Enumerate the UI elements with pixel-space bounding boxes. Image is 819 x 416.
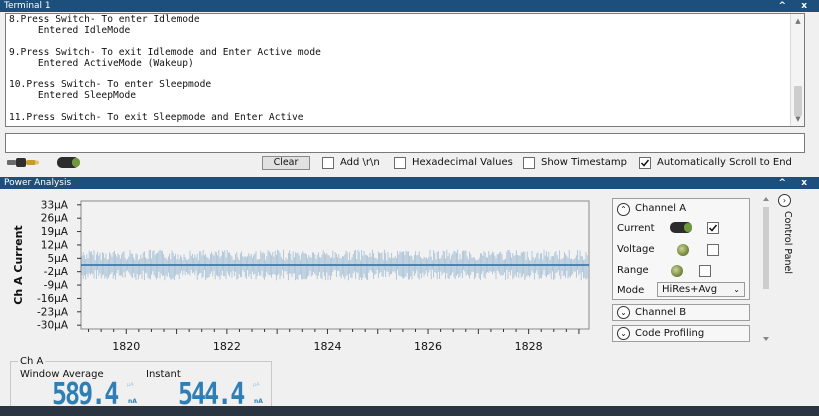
y-tick-label: -16µA	[37, 293, 69, 305]
terminal-lines: 8.Press Switch- To enter Idlemode Entere…	[9, 14, 789, 124]
terminal-output[interactable]: 8.Press Switch- To enter Idlemode Entere…	[5, 13, 805, 127]
terminal-line: 11.Press Switch- To exit Sleepmode and E…	[9, 112, 304, 124]
mode-value: HiRes+Avg	[662, 284, 718, 295]
channel-a-readout-label: Ch A	[18, 356, 46, 367]
current-checkbox[interactable]	[707, 222, 719, 234]
instant-unit: nA	[254, 398, 263, 405]
terminal-line: 9.Press Switch- To exit Idlemode and Ent…	[9, 46, 321, 58]
terminal-input[interactable]	[5, 133, 805, 153]
show-timestamp-label: Show Timestamp	[541, 157, 627, 168]
terminal-line: Entered SleepMode	[9, 90, 137, 102]
y-tick-label: -9µA	[44, 280, 69, 292]
mode-select[interactable]: HiRes+Avg ⌄	[657, 282, 745, 297]
window-average-value: 589.4	[52, 376, 119, 412]
y-tick-label: -2µA	[44, 266, 69, 278]
chevron-right-icon[interactable]: ›	[778, 194, 791, 207]
hex-values-label: Hexadecimal Values	[412, 157, 513, 168]
scroll-thumb[interactable]	[794, 86, 802, 116]
current-label: Current	[617, 223, 655, 234]
control-panel-tab[interactable]: › Control Panel	[777, 193, 793, 274]
range-label: Range	[617, 265, 649, 276]
y-tick-label: 12µA	[41, 239, 69, 251]
check-icon	[640, 159, 650, 167]
x-tick-label: 1822	[213, 340, 241, 353]
terminal-toolbar: Clear Add \r\n Hexadecimal Values Show T…	[0, 155, 819, 171]
x-tick-label: 1826	[414, 340, 442, 353]
current-probe-icon	[670, 222, 692, 233]
terminal-title: Terminal 1	[4, 1, 51, 11]
y-tick-label: -23µA	[37, 306, 69, 318]
scroll-up-icon[interactable]: ▲	[791, 16, 804, 26]
expand-code-profiling-icon[interactable]: ⌄	[617, 327, 630, 340]
x-tick-label: 1828	[515, 340, 543, 353]
channel-b-section[interactable]: ⌄ Channel B	[612, 304, 750, 321]
instant-value: 544.4	[178, 376, 245, 412]
y-tick-label: 33µA	[41, 199, 69, 211]
autoscroll-checkbox[interactable]	[639, 157, 651, 169]
connector-socket-icon[interactable]	[56, 156, 84, 169]
terminal-title-bar: Terminal 1 ^ x	[0, 0, 819, 12]
current-chart[interactable]: 33µA 26µA19µA12µA 5µA-2µA -9µA-16µA-23µA -30…	[0, 189, 612, 359]
x-tick-label: 1820	[112, 340, 140, 353]
show-timestamp-checkbox[interactable]	[523, 157, 535, 169]
range-checkbox[interactable]	[699, 265, 711, 277]
connector-plug-icon[interactable]	[6, 156, 42, 169]
control-panel-tab-label: Control Panel	[782, 211, 793, 274]
power-analysis-title-bar: Power Analysis ^ x	[0, 177, 819, 189]
y-tick-label: 5µA	[47, 253, 68, 265]
y-tick-label: 26µA	[41, 213, 69, 225]
mode-label: Mode	[617, 285, 645, 296]
check-icon	[708, 224, 718, 232]
channel-b-label: Channel B	[635, 307, 687, 318]
add-rn-checkbox[interactable]	[322, 157, 334, 169]
power-analysis-window-controls[interactable]: ^ x	[779, 177, 813, 189]
autoscroll-label: Automatically Scroll to End	[657, 157, 792, 168]
voltage-label: Voltage	[617, 244, 655, 255]
app-window: Terminal 1 ^ x 8.Press Switch- To enter …	[0, 0, 819, 416]
terminal-scrollbar[interactable]: ▲ ▼	[790, 14, 804, 126]
clear-button[interactable]: Clear	[262, 156, 310, 170]
code-profiling-label: Code Profiling	[635, 328, 705, 339]
window-average-scale-ghost: µA	[127, 382, 134, 388]
range-indicator-icon	[671, 265, 683, 277]
power-analysis-title: Power Analysis	[4, 178, 72, 188]
y-tick-label: -30µA	[37, 320, 69, 332]
scroll-down-icon[interactable]: ▼	[791, 114, 804, 124]
instant-label: Instant	[146, 369, 181, 380]
code-profiling-section[interactable]: ⌄ Code Profiling	[612, 325, 750, 342]
collapse-channel-a-icon[interactable]: ⌃	[617, 203, 630, 216]
x-tick-label: 1824	[313, 340, 341, 353]
voltage-indicator-icon	[677, 244, 689, 256]
add-rn-label: Add \r\n	[340, 157, 380, 168]
control-panel-scrollbar[interactable]	[760, 193, 772, 346]
terminal-window-controls[interactable]: ^ x	[779, 0, 813, 12]
status-bar	[0, 406, 819, 416]
window-average-unit: nA	[128, 398, 137, 405]
channel-a-panel: ⌃ Channel A Current Voltage Range Mode H…	[612, 198, 750, 300]
chevron-down-icon: ⌄	[733, 285, 740, 294]
terminal-line: Entered IdleMode	[9, 24, 131, 36]
y-axis-label: Ch A Current	[12, 225, 25, 304]
channel-a-label: Channel A	[635, 203, 687, 214]
instant-scale-ghost: µA	[253, 382, 260, 388]
terminal-line: Entered ActiveMode (Wakeup)	[9, 57, 194, 69]
voltage-checkbox[interactable]	[707, 244, 719, 256]
hex-values-checkbox[interactable]	[394, 157, 406, 169]
y-tick-label: 19µA	[41, 226, 69, 238]
expand-channel-b-icon[interactable]: ⌄	[617, 306, 630, 319]
